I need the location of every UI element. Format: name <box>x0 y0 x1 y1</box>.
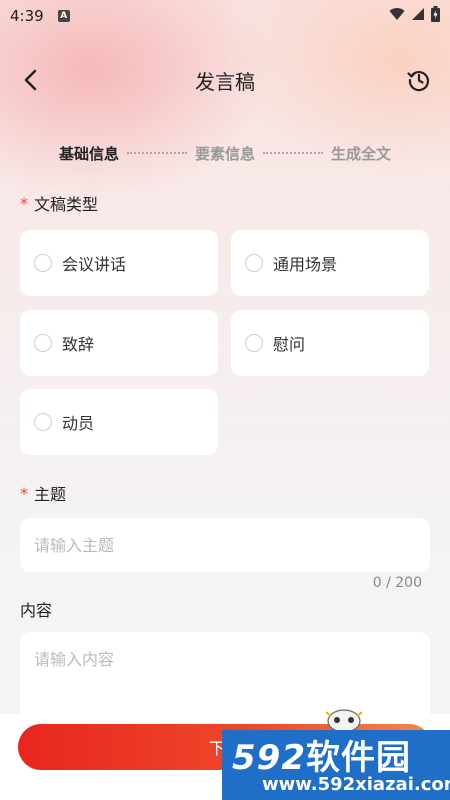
step-generate-full-text: 生成全文 <box>331 144 392 163</box>
option-label: 致辞 <box>62 335 95 354</box>
doc-type-label: 文稿类型 <box>34 195 99 214</box>
back-button[interactable] <box>18 67 44 93</box>
option-label: 慰问 <box>273 335 306 354</box>
content-label: 内容 <box>20 601 53 620</box>
notification-icon: A <box>57 10 70 22</box>
history-icon <box>407 71 430 92</box>
history-button[interactable] <box>406 67 432 93</box>
option-general-scene[interactable]: 通用场景 <box>231 230 429 296</box>
required-mark: * <box>20 193 28 213</box>
topic-input[interactable]: 请输入主题 <box>20 518 430 572</box>
radio-icon <box>245 254 263 272</box>
option-mobilization[interactable]: 动员 <box>20 389 218 455</box>
topic-placeholder: 请输入主题 <box>34 536 115 555</box>
option-meeting-speech[interactable]: 会议讲话 <box>20 230 218 296</box>
option-label: 通用场景 <box>273 255 338 274</box>
option-label: 会议讲话 <box>62 255 127 274</box>
radio-icon <box>34 254 52 272</box>
topic-label: 主题 <box>34 485 67 504</box>
page-header: 发言稿 <box>0 55 450 105</box>
content-placeholder: 请输入内容 <box>34 650 115 669</box>
radio-icon <box>34 334 52 352</box>
required-mark: * <box>20 483 28 503</box>
topic-char-counter: 0 / 200 <box>372 575 422 591</box>
content-label-row: 内容 <box>20 597 52 621</box>
step-divider <box>263 152 323 154</box>
status-icons <box>389 6 440 22</box>
status-time: 4:39 <box>10 7 44 25</box>
chevron-left-icon <box>24 69 37 91</box>
step-elements-info: 要素信息 <box>194 144 255 163</box>
option-label: 动员 <box>62 414 95 433</box>
page-title: 发言稿 <box>195 69 255 94</box>
step-divider <box>126 152 187 154</box>
radio-icon <box>245 334 263 352</box>
site-watermark: 592软件园 www.592xiazai.com <box>222 730 450 800</box>
watermark-url: www.592xiazai.com <box>262 774 450 795</box>
step-basic-info: 基础信息 <box>58 144 119 163</box>
watermark-logo: 592软件园 <box>232 738 411 778</box>
signal-icon <box>412 8 424 20</box>
radio-icon <box>34 413 52 431</box>
option-condolence[interactable]: 慰问 <box>231 310 429 376</box>
doc-type-label-row: * 文稿类型 <box>20 191 98 215</box>
status-bar: 4:39 A <box>0 0 450 32</box>
option-address[interactable]: 致辞 <box>20 310 218 376</box>
topic-label-row: * 主题 <box>20 481 66 505</box>
step-indicator: 基础信息 要素信息 生成全文 <box>0 140 450 166</box>
battery-icon <box>431 6 440 22</box>
wifi-icon <box>389 8 405 20</box>
